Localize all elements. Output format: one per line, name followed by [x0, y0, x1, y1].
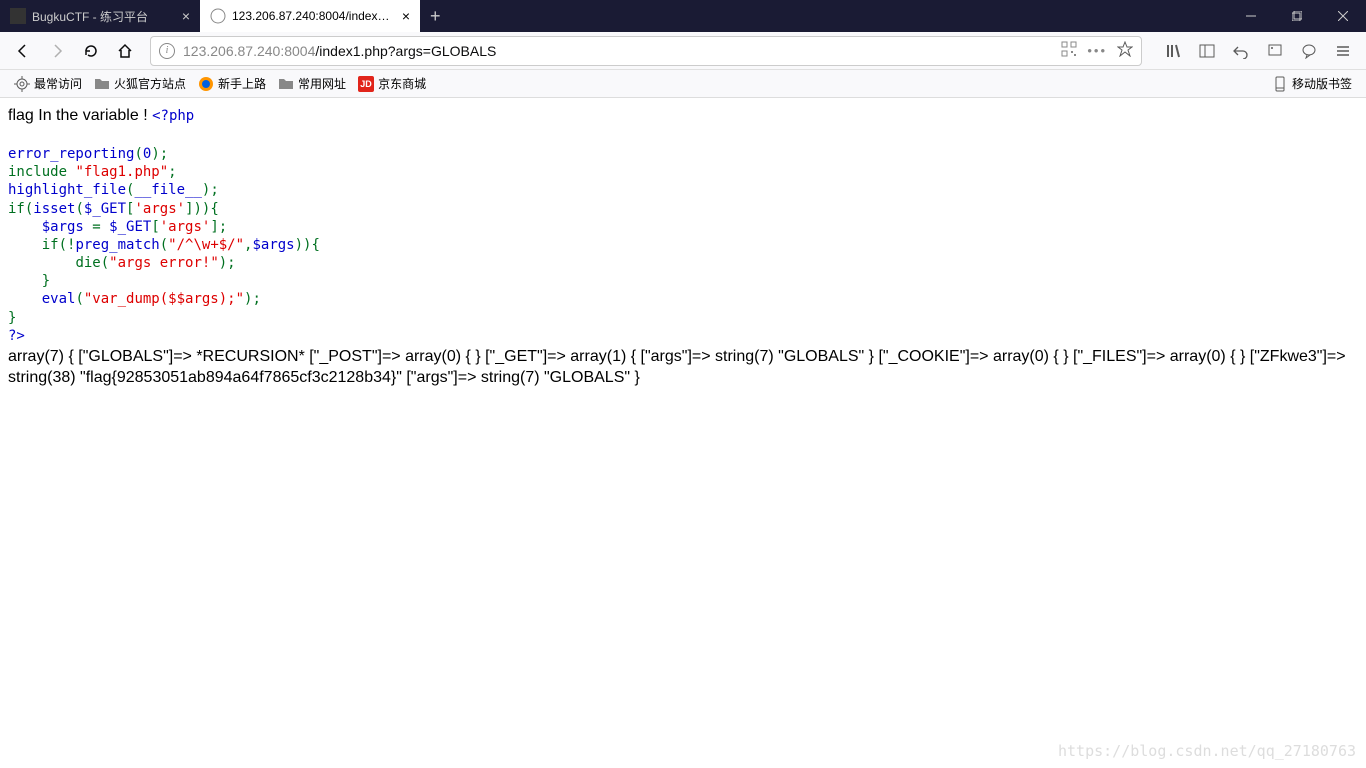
tab-current[interactable]: 123.206.87.240:8004/index1.php ×: [200, 0, 420, 32]
bookmark-mobile[interactable]: 移动版书签: [1266, 75, 1358, 92]
tab-title: 123.206.87.240:8004/index1.php: [232, 9, 394, 23]
urlbar-actions: •••: [1061, 41, 1133, 60]
sidebar-icon[interactable]: [1192, 36, 1222, 66]
bookmark-star-icon[interactable]: [1117, 41, 1133, 60]
bookmark-label: 火狐官方站点: [114, 75, 186, 92]
page-heading: flag In the variable ! <?php: [8, 107, 194, 124]
bookmark-label: 京东商城: [378, 75, 426, 92]
bookmark-label: 最常访问: [34, 75, 82, 92]
bookmark-most-visited[interactable]: 最常访问: [8, 75, 88, 92]
firefox-icon: [198, 76, 214, 92]
php-source: error_reporting(0); include "flag1.php";…: [8, 127, 1358, 345]
close-icon[interactable]: ×: [182, 8, 190, 24]
url-port: :8004: [280, 43, 315, 59]
site-info-icon[interactable]: i: [159, 43, 175, 59]
toolbar: i 123.206.87.240:8004/index1.php?args=GL…: [0, 32, 1366, 70]
bookmark-label: 常用网址: [298, 75, 346, 92]
url-text: 123.206.87.240:8004/index1.php?args=GLOB…: [183, 43, 1061, 59]
tab-favicon: [10, 8, 26, 24]
jd-icon: JD: [358, 76, 374, 92]
back-button[interactable]: [8, 36, 38, 66]
bookmark-label: 新手上路: [218, 75, 266, 92]
menu-icon[interactable]: [1328, 36, 1358, 66]
url-path: /index1.php?args=GLOBALS: [315, 43, 496, 59]
bookmark-getting-started[interactable]: 新手上路: [192, 75, 272, 92]
library-icon[interactable]: [1158, 36, 1188, 66]
tab-bugku[interactable]: BugkuCTF - 练习平台 ×: [0, 0, 200, 32]
bookmark-jd[interactable]: JD 京东商城: [352, 75, 432, 92]
page-content: flag In the variable ! <?php error_repor…: [0, 98, 1366, 397]
php-open-tag: <?php: [152, 108, 194, 124]
right-toolbar: [1158, 36, 1358, 66]
page-actions-icon[interactable]: •••: [1087, 43, 1107, 58]
pin-icon[interactable]: [1260, 36, 1290, 66]
forward-button[interactable]: [42, 36, 72, 66]
minimize-button[interactable]: [1228, 0, 1274, 32]
var-dump-output: array(7) { ["GLOBALS"]=> *RECURSION* ["_…: [8, 347, 1358, 389]
chat-icon[interactable]: [1294, 36, 1324, 66]
undo-icon[interactable]: [1226, 36, 1256, 66]
watermark: https://blog.csdn.net/qq_27180763: [1058, 742, 1356, 760]
url-host: 123.206.87.240: [183, 43, 280, 59]
tab-title: BugkuCTF - 练习平台: [32, 8, 174, 25]
bookmarks-bar: 最常访问 火狐官方站点 新手上路 常用网址 JD 京东商城 移动版书签: [0, 70, 1366, 98]
qr-icon[interactable]: [1061, 41, 1077, 60]
url-bar[interactable]: i 123.206.87.240:8004/index1.php?args=GL…: [150, 36, 1142, 66]
new-tab-button[interactable]: +: [420, 0, 451, 32]
close-icon[interactable]: ×: [402, 8, 410, 24]
titlebar: BugkuCTF - 练习平台 × 123.206.87.240:8004/in…: [0, 0, 1366, 32]
reload-button[interactable]: [76, 36, 106, 66]
maximize-button[interactable]: [1274, 0, 1320, 32]
bookmark-common-sites[interactable]: 常用网址: [272, 75, 352, 92]
window-controls: [1228, 0, 1366, 32]
heading-text: flag In the variable !: [8, 107, 152, 124]
bookmark-label: 移动版书签: [1292, 75, 1352, 92]
tab-favicon: [210, 8, 226, 24]
bookmark-firefox-official[interactable]: 火狐官方站点: [88, 75, 192, 92]
close-window-button[interactable]: [1320, 0, 1366, 32]
home-button[interactable]: [110, 36, 140, 66]
